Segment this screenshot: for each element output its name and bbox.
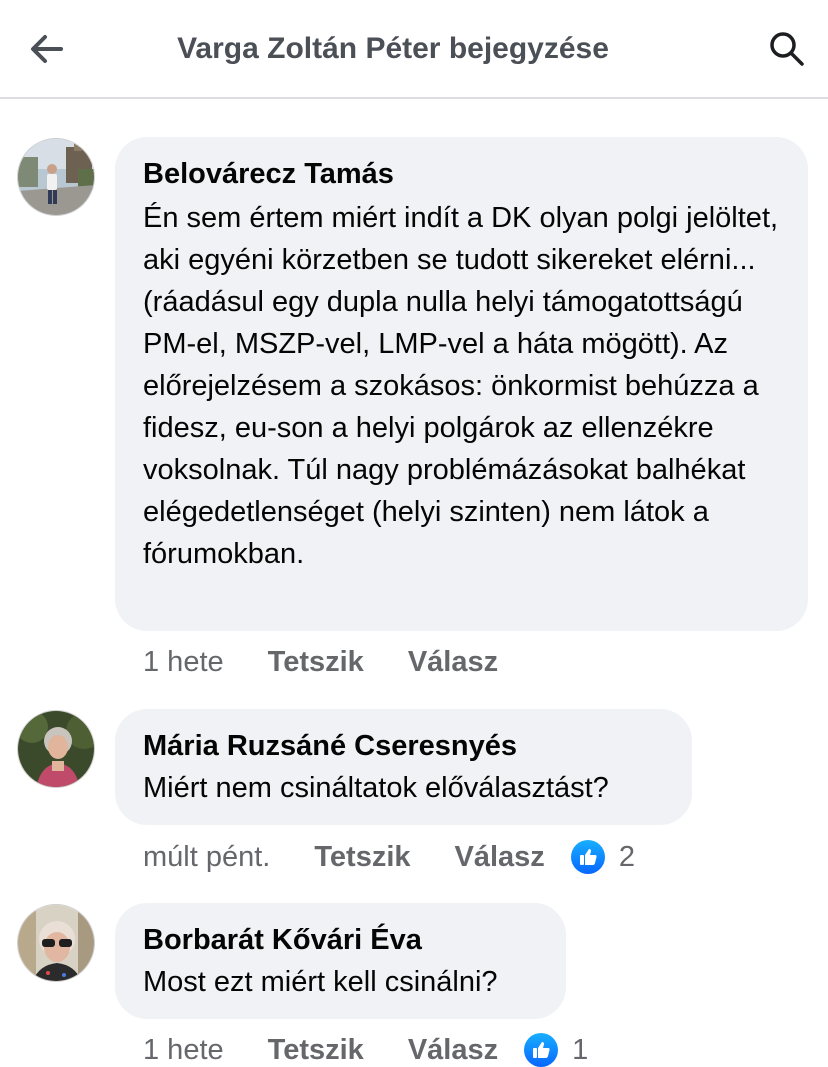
reply-button[interactable]: Válasz (408, 646, 498, 679)
reaction-count[interactable]: 2 (619, 841, 635, 874)
page-title: Varga Zoltán Péter bejegyzése (177, 32, 609, 65)
arrow-left-icon (31, 35, 63, 63)
comment-author[interactable]: Mária Ruzsáné Cseresnyés (143, 729, 664, 763)
comment-time[interactable]: 1 hete (143, 646, 224, 679)
comment-text: Most ezt miért kell csinálni? (143, 966, 498, 998)
avatar-photo (18, 139, 94, 215)
comment-time[interactable]: múlt pént. (143, 841, 270, 874)
search-button[interactable] (762, 26, 812, 72)
like-button[interactable]: Tetszik (314, 841, 410, 874)
like-reaction-icon[interactable] (570, 840, 605, 874)
comment-bubble: Belovárecz Tamás Én sem értem miért indí… (115, 137, 808, 631)
comment-text: Én sem értem miért indít a DK olyan polg… (143, 202, 779, 570)
avatar-photo (18, 711, 94, 787)
like-button[interactable]: Tetszik (268, 646, 364, 679)
comment-actions: múlt pént. Tetszik Válasz 2 (143, 840, 635, 874)
back-button[interactable] (22, 26, 72, 72)
comment-bubble: Mária Ruzsáné Cseresnyés Miért nem csiná… (115, 709, 692, 825)
search-icon (770, 32, 804, 66)
avatar[interactable] (17, 138, 95, 216)
top-bar: Varga Zoltán Péter bejegyzése (0, 0, 828, 99)
reply-button[interactable]: Válasz (455, 841, 545, 874)
comment-text: Miért nem csináltatok előválasztást? (143, 772, 609, 804)
comment-bubble: Borbarát Kővári Éva Most ezt miért kell … (115, 903, 566, 1019)
comment-author[interactable]: Borbarát Kővári Éva (143, 923, 538, 957)
avatar-photo (18, 905, 94, 981)
comment-actions: 1 hete Tetszik Válasz (143, 646, 542, 679)
avatar[interactable] (17, 904, 95, 982)
avatar[interactable] (17, 710, 95, 788)
comment-author[interactable]: Belovárecz Tamás (143, 157, 780, 191)
